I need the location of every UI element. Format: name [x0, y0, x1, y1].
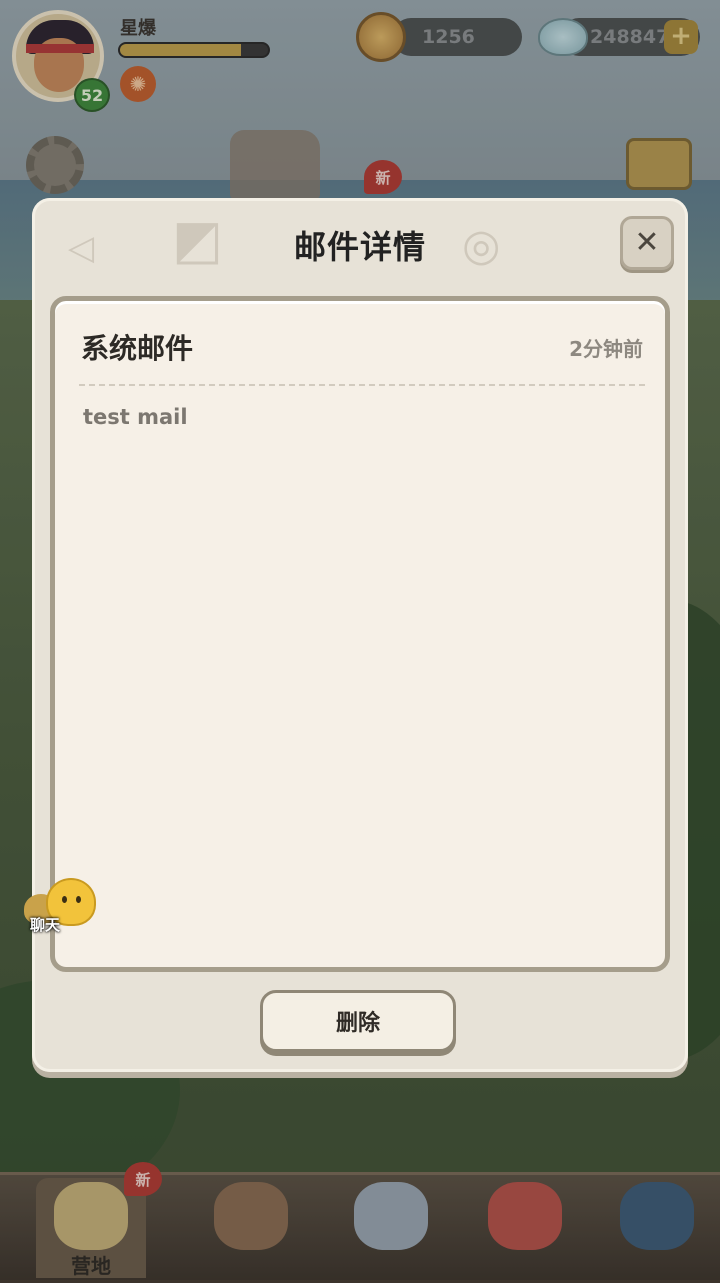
- mail-body: test mail: [83, 405, 188, 429]
- close-button[interactable]: ✕: [620, 216, 674, 270]
- delete-button[interactable]: 删除: [260, 990, 456, 1052]
- dialog-title: 邮件详情: [293, 228, 426, 266]
- mail-detail-dialog: ◁ ◩ ◎ 邮件详情 ✕ 系统邮件 2分钟前 test mail 删除: [32, 198, 688, 1072]
- divider: [79, 384, 645, 386]
- mail-timestamp: 2分钟前: [569, 337, 643, 361]
- mail-sender: 系统邮件: [81, 332, 194, 365]
- chat-button[interactable]: 聊天: [20, 876, 102, 940]
- close-icon: ✕: [634, 225, 660, 260]
- mail-content-panel: 系统邮件 2分钟前 test mail: [50, 296, 670, 972]
- chat-label: 聊天: [30, 916, 61, 934]
